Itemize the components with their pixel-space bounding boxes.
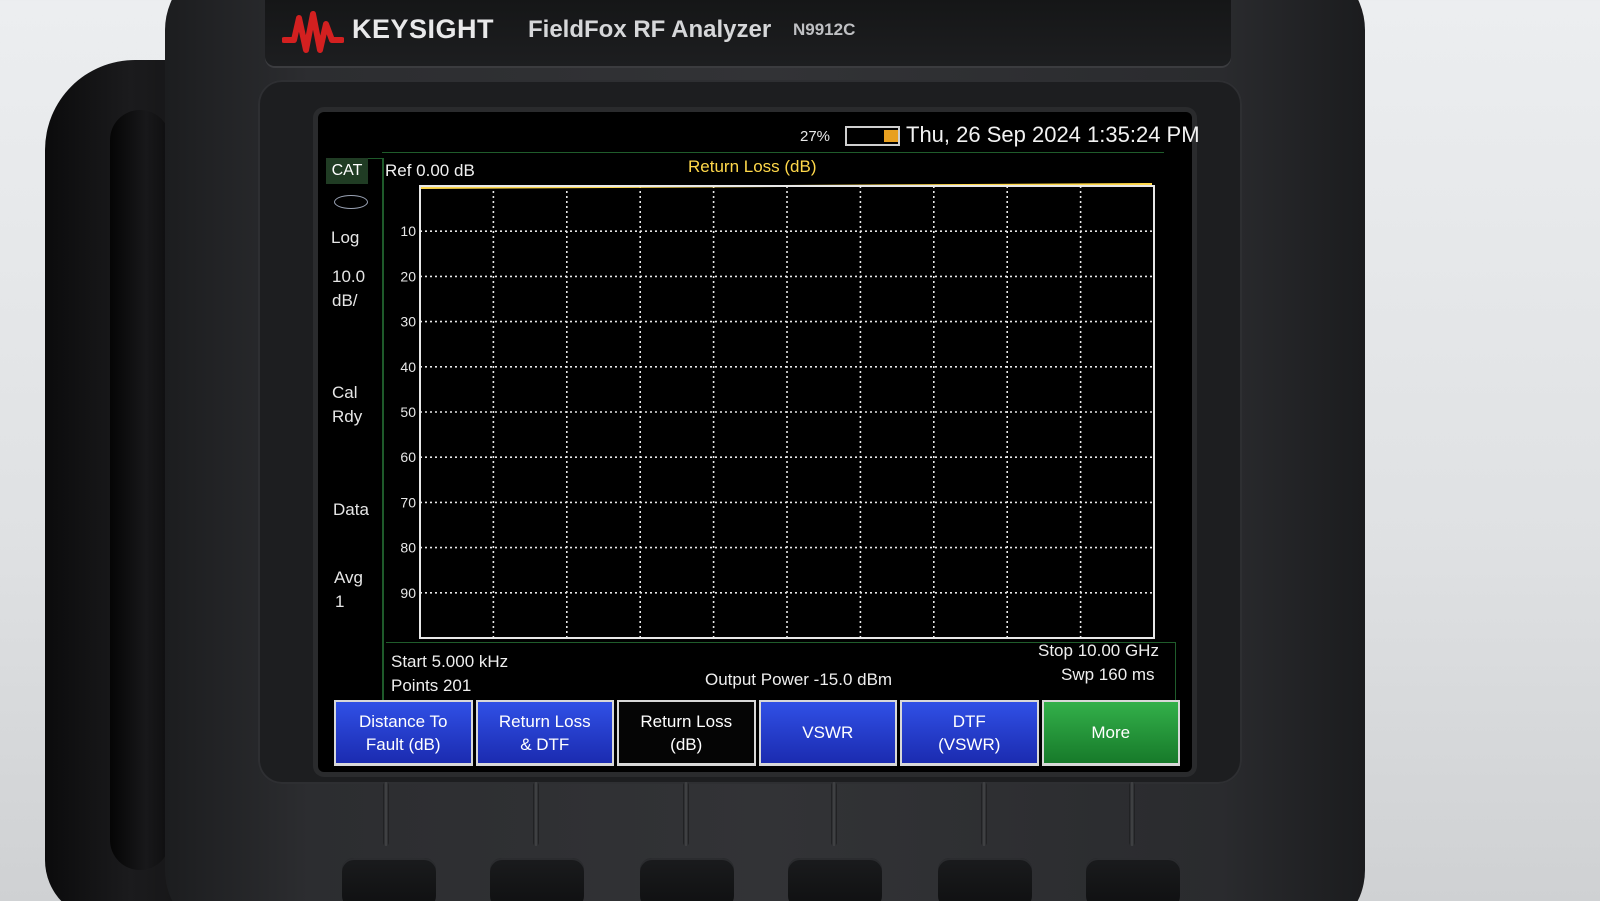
y-tick-label: 60 xyxy=(400,449,416,465)
hardware-softkey-3[interactable] xyxy=(640,858,734,901)
y-tick-label: 30 xyxy=(400,314,416,330)
y-tick-label: 80 xyxy=(400,540,416,556)
avg-value: 1 xyxy=(335,592,345,611)
y-tick-label: 40 xyxy=(400,359,416,375)
softkey-guide-4 xyxy=(831,782,837,846)
y-tick-label: 20 xyxy=(400,268,416,284)
sweep-time: Swp 160 ms xyxy=(1061,665,1155,684)
avg-label: Avg xyxy=(334,568,363,587)
y-tick-label: 90 xyxy=(400,585,416,601)
hardware-softkey-2[interactable] xyxy=(490,858,584,901)
strap-fold xyxy=(110,110,170,870)
softkey-guide-1 xyxy=(383,782,389,846)
battery-percent: 27% xyxy=(800,128,831,145)
softkey-guide-5 xyxy=(981,782,987,846)
softkey-guide-2 xyxy=(533,782,539,846)
softkey-guide-6 xyxy=(1129,782,1135,846)
softkey-return-loss-db[interactable]: Return Loss (dB) xyxy=(617,700,756,766)
hardware-softkey-6[interactable] xyxy=(1086,858,1180,901)
product-name: FieldFox RF Analyzer xyxy=(528,16,772,43)
reference-level: Ref 0.00 dB xyxy=(385,161,475,180)
info-divider xyxy=(382,152,1164,153)
softkey-guide-3 xyxy=(683,782,689,846)
points-count: Points 201 xyxy=(391,676,472,695)
battery-icon xyxy=(845,126,900,146)
cal-status-line1: Cal xyxy=(332,383,358,402)
y-tick-label: 10 xyxy=(400,223,416,239)
stop-frequency: Stop 10.00 GHz xyxy=(1038,641,1159,660)
plot-area[interactable]: 10 20 30 40 50 60 70 80 90 xyxy=(394,182,1172,644)
softkey-vswr[interactable]: VSWR xyxy=(758,700,897,766)
data-label: Data xyxy=(333,500,369,519)
hardware-softkey-5[interactable] xyxy=(938,858,1032,901)
grid-svg: 10 20 30 40 50 60 70 80 90 xyxy=(400,183,1155,639)
softkey-distance-to-fault-db[interactable]: Distance To Fault (dB) xyxy=(334,700,473,766)
model-number: N9912C xyxy=(793,20,856,39)
softkey-dtf-vswr[interactable]: DTF (VSWR) xyxy=(900,700,1039,766)
scale-unit: dB/ xyxy=(332,291,358,310)
nav-wheel-icon xyxy=(334,195,368,209)
grid-layer xyxy=(420,186,1154,638)
softkey-return-loss-dtf[interactable]: Return Loss & DTF xyxy=(475,700,614,766)
y-tick-label: 70 xyxy=(400,494,416,510)
keysight-logo-icon xyxy=(282,11,344,53)
scale-value: 10.0 xyxy=(332,267,366,286)
hardware-softkey-1[interactable] xyxy=(342,858,436,901)
trace-title: Return Loss (dB) xyxy=(688,157,817,176)
brand-name: KEYSIGHT xyxy=(352,14,495,44)
battery-level-fill xyxy=(884,130,898,142)
start-frequency: Start 5.000 kHz xyxy=(391,652,509,671)
cal-status-line2: Rdy xyxy=(332,407,363,426)
softkey-more[interactable]: More xyxy=(1041,700,1180,766)
scale-type: Log xyxy=(331,228,360,247)
y-tick-label: 50 xyxy=(400,404,416,420)
mode-tab-cat[interactable]: CAT xyxy=(326,158,368,184)
y-tick-layer: 10 20 30 40 50 60 70 80 90 xyxy=(400,223,416,601)
datetime-readout: Thu, 26 Sep 2024 1:35:24 PM xyxy=(906,122,1200,147)
hardware-softkey-4[interactable] xyxy=(788,858,882,901)
softkey-bar: Distance To Fault (dB) Return Loss & DTF… xyxy=(334,700,1180,766)
output-power: Output Power -15.0 dBm xyxy=(705,670,893,689)
